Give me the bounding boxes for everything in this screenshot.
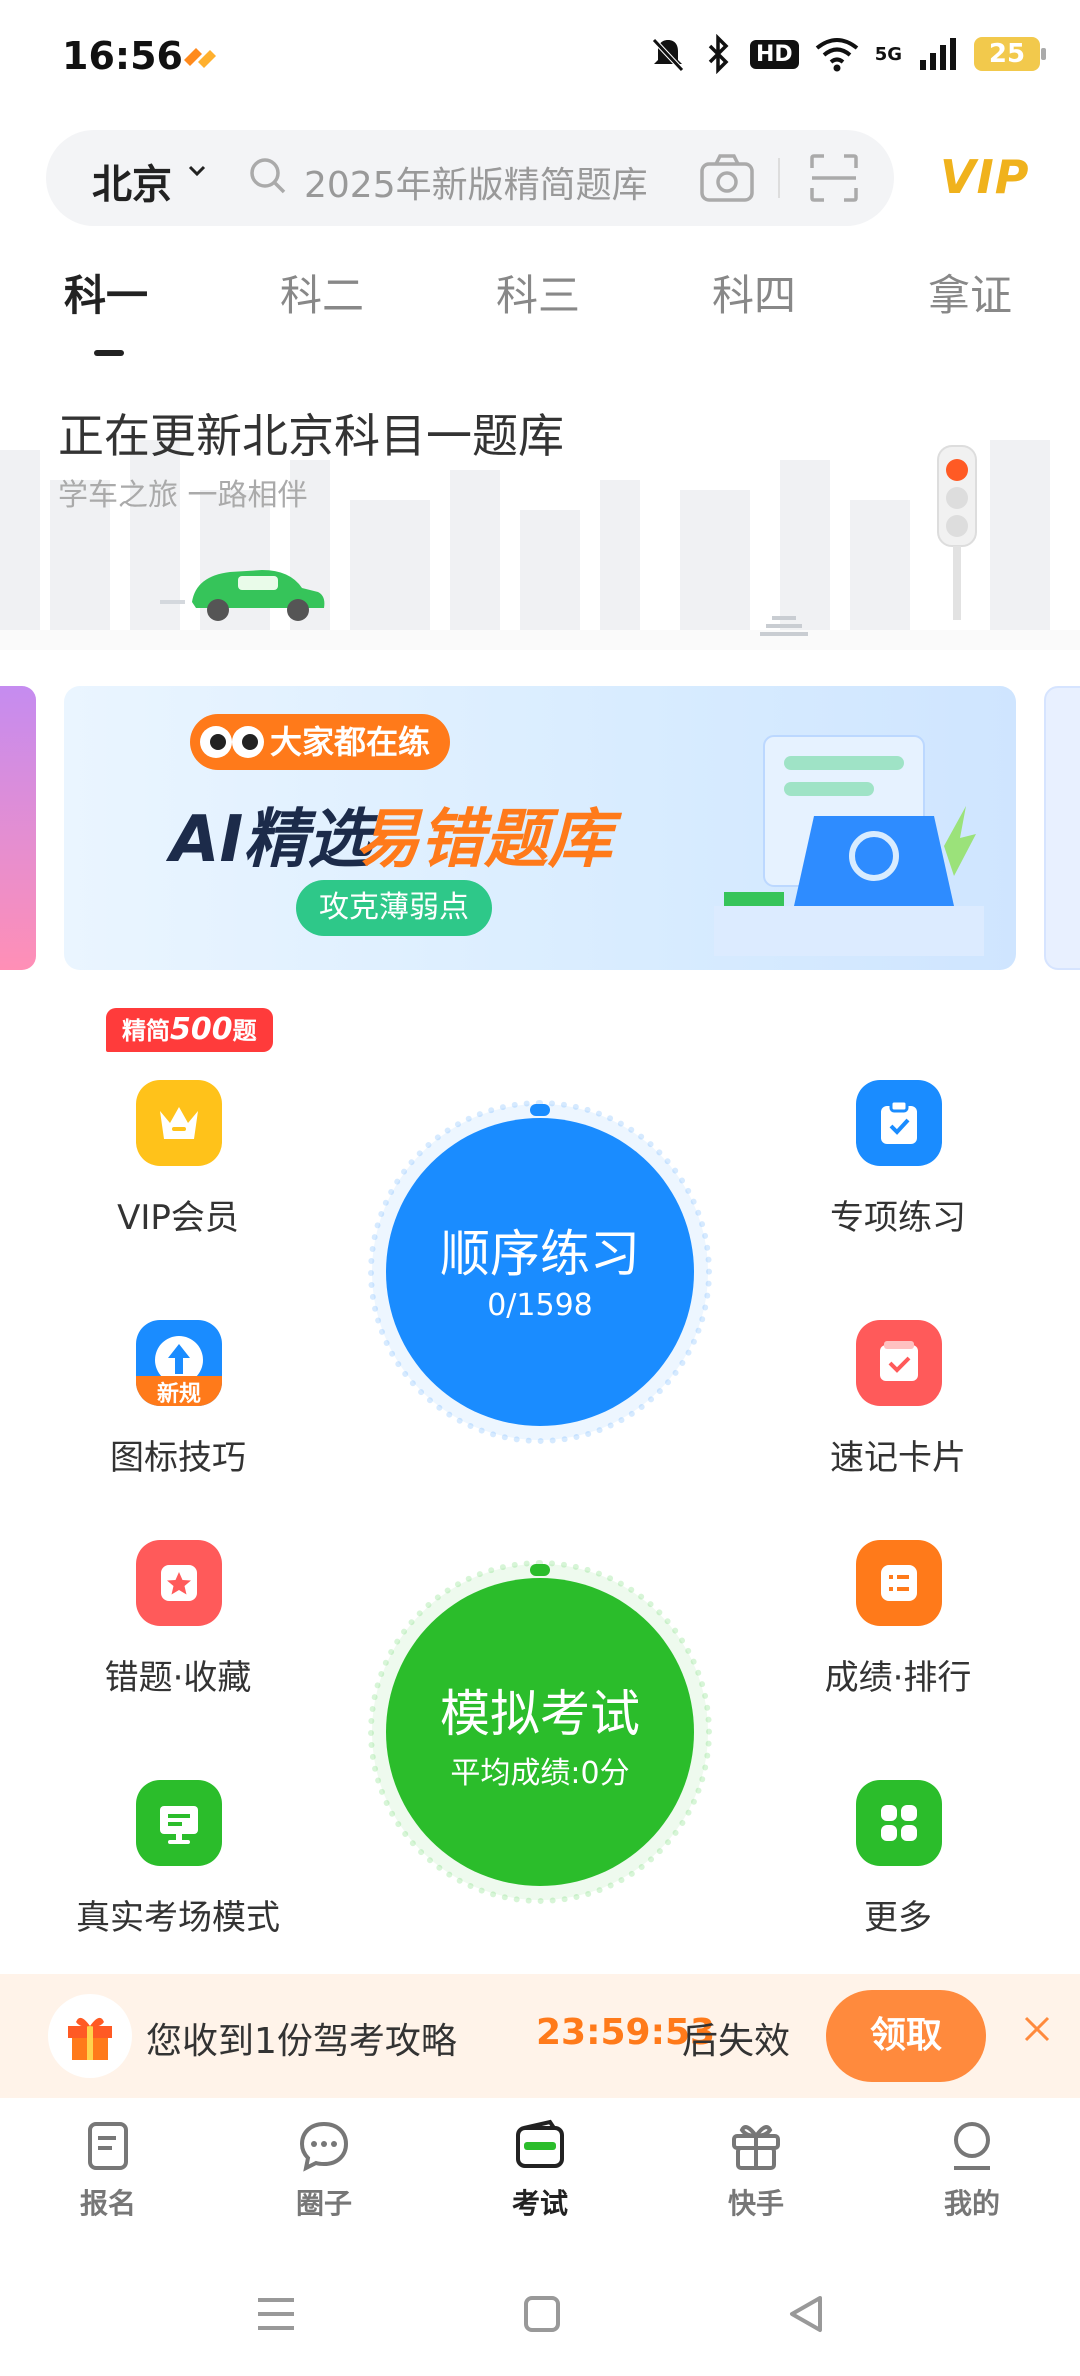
nav-exam[interactable]: 考试: [470, 2116, 610, 2222]
system-nav-bar: [0, 2248, 1080, 2376]
search-bar[interactable]: 北京 2025年新版精简题库: [46, 130, 894, 226]
mock-exam-average: 平均成绩:0分: [450, 1756, 630, 1791]
status-time: 16:56: [62, 34, 183, 78]
vip-crown-icon[interactable]: [136, 1080, 222, 1166]
scan-icon[interactable]: [806, 150, 862, 206]
battery-indicator: 25: [974, 37, 1046, 71]
vip-badge: 精简500题: [106, 1008, 273, 1052]
nav-signup[interactable]: 报名: [38, 2116, 178, 2222]
chat-bubble-icon: [299, 2121, 349, 2172]
search-icon: [250, 158, 286, 194]
home-icon[interactable]: [522, 2294, 562, 2334]
nav-kuaishou[interactable]: 快手: [686, 2116, 826, 2222]
banner-next-peek[interactable]: [1044, 686, 1080, 970]
bottom-nav: 报名 圈子 考试 快手 我的: [0, 2098, 1080, 2238]
menu-icon[interactable]: [256, 2296, 296, 2332]
mistakes-favorites-icon[interactable]: [136, 1540, 222, 1626]
status-bar: 16:56 HD 5G 25: [0, 0, 1080, 120]
tab-indicator: [94, 350, 124, 356]
app-notification-icon: [184, 48, 216, 68]
mock-exam-button[interactable]: 模拟考试 平均成绩:0分: [386, 1578, 694, 1886]
banner-title-ai: AI精选: [170, 803, 372, 877]
sequential-practice-button[interactable]: 顺序练习 0/1598: [386, 1118, 694, 1426]
sign-tips-icon[interactable]: 新规: [136, 1320, 222, 1406]
new-rule-tag: 新规: [156, 1382, 201, 1406]
banner-title-main: 易错题库: [356, 803, 612, 877]
sequential-practice-title: 顺序练习: [440, 1225, 640, 1283]
nav-kuaishou-label: 快手: [727, 2187, 784, 2220]
vip-member-label[interactable]: VIP会员: [48, 1190, 308, 1239]
nav-profile-label: 我的: [943, 2187, 1000, 2220]
bluetooth-icon: [708, 34, 729, 74]
tab-subject-2[interactable]: 科二: [280, 262, 364, 323]
gift-icon: [48, 1994, 132, 2078]
real-exam-mode-icon[interactable]: [136, 1780, 222, 1866]
scores-ranking-label[interactable]: 成绩·排行: [768, 1650, 1028, 1699]
hero-title: 正在更新北京科目一题库: [58, 409, 564, 463]
document-icon: [88, 2122, 128, 2170]
nav-community-label: 圈子: [295, 2187, 352, 2220]
signal-icon: [920, 38, 956, 70]
user-icon: [954, 2122, 990, 2170]
eyes-icon: [200, 726, 264, 758]
sign-tips-label[interactable]: 图标技巧: [48, 1430, 308, 1479]
special-practice-icon[interactable]: [856, 1080, 942, 1166]
tab-subject-4[interactable]: 科四: [712, 262, 796, 323]
mistakes-favorites-label[interactable]: 错题·收藏: [48, 1650, 308, 1699]
ai-question-bank-banner[interactable]: 大家都在练 AI精选 易错题库 攻克薄弱点: [64, 686, 1016, 970]
folder-illustration: [714, 735, 984, 956]
flash-cards-icon[interactable]: [856, 1320, 942, 1406]
tab-get-license[interactable]: 拿证: [928, 262, 1012, 323]
sequential-progress-dot: [530, 1104, 550, 1116]
special-practice-label[interactable]: 专项练习: [768, 1190, 1028, 1239]
hd-badge: HD: [750, 39, 799, 69]
flash-cards-label[interactable]: 速记卡片: [768, 1430, 1028, 1479]
mock-exam-dot: [530, 1564, 550, 1576]
claim-button[interactable]: 领取: [826, 1990, 986, 2082]
banner-prev-peek[interactable]: [0, 686, 36, 970]
promo-suffix: 后失效: [682, 2021, 791, 2062]
nav-signup-label: 报名: [79, 2187, 136, 2220]
tab-subject-3[interactable]: 科三: [496, 262, 580, 323]
real-exam-mode-label[interactable]: 真实考场模式: [48, 1890, 308, 1939]
traffic-light-illustration: [937, 445, 977, 620]
vip-button[interactable]: VIP: [940, 150, 1029, 204]
chevron-down-icon: [188, 165, 206, 177]
nav-community[interactable]: 圈子: [254, 2116, 394, 2222]
nav-exam-label: 考试: [511, 2187, 568, 2220]
camera-icon[interactable]: [698, 150, 756, 206]
close-icon[interactable]: [1020, 2012, 1054, 2046]
wifi-icon: [815, 38, 858, 72]
promo-text: 您收到1份驾考攻略: [146, 2021, 457, 2062]
gift-box-icon: [732, 2125, 780, 2170]
network-type: 5G: [874, 43, 902, 65]
mock-exam-title: 模拟考试: [440, 1685, 640, 1743]
exam-card-icon: [516, 2119, 564, 2168]
banner-cta-button[interactable]: 攻克薄弱点: [296, 880, 492, 936]
nav-profile[interactable]: 我的: [902, 2116, 1042, 2222]
scores-ranking-icon[interactable]: [856, 1540, 942, 1626]
promo-bar: 您收到1份驾考攻略 23:59:53 后失效 领取: [0, 1974, 1080, 2098]
sequential-practice-progress: 0/1598: [487, 1288, 593, 1323]
search-input[interactable]: 2025年新版精简题库: [304, 156, 648, 208]
search-divider: [778, 158, 780, 198]
city-selector[interactable]: 北京: [92, 152, 172, 210]
subject-tabs: 科一 科二 科三 科四 拿证: [0, 262, 1080, 352]
more-label[interactable]: 更多: [768, 1890, 1028, 1939]
back-icon[interactable]: [786, 2294, 826, 2334]
tab-subject-1[interactable]: 科一: [64, 262, 148, 323]
mute-bell-icon: [652, 38, 684, 72]
more-grid-icon[interactable]: [856, 1780, 942, 1866]
hero-subtitle: 学车之旅 一路相伴: [58, 478, 308, 513]
